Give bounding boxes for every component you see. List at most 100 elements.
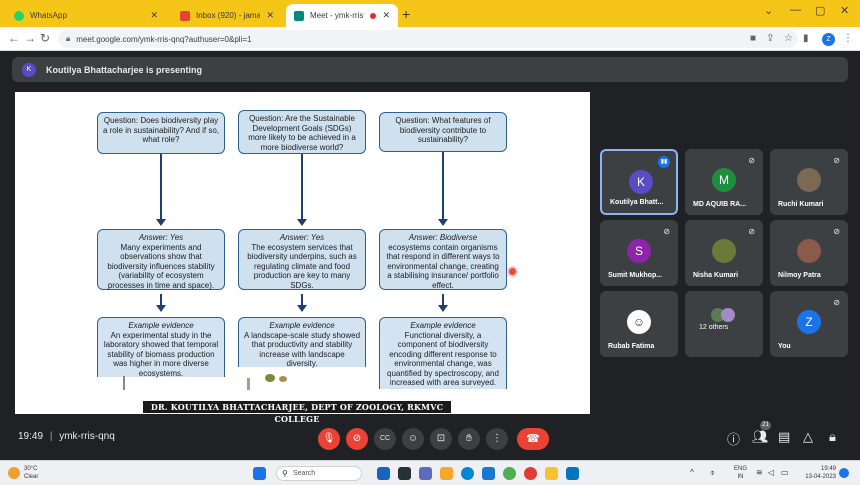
app-icon[interactable] bbox=[545, 467, 558, 480]
speaking-indicator-icon: ▮▮ bbox=[658, 156, 670, 168]
maximize-button[interactable]: ▢ bbox=[815, 4, 825, 17]
others-tile[interactable]: 12 others bbox=[685, 291, 763, 357]
participant-tile[interactable]: ⊘ Nilmoy Patra bbox=[770, 220, 848, 286]
recording-indicator-icon bbox=[370, 12, 377, 19]
close-icon[interactable]: ✕ bbox=[266, 10, 274, 21]
end-call-button[interactable]: ☎︎ bbox=[517, 428, 549, 450]
slide-credit: DR. KOUTILYA BHATTACHARJEE, DEPT OF ZOOL… bbox=[143, 401, 451, 424]
tab-title: Inbox (920) - jamalrarqua@gmail.com bbox=[196, 11, 261, 20]
weather-desc: Clear bbox=[24, 474, 39, 480]
close-icon[interactable]: ✕ bbox=[382, 10, 390, 21]
whatsapp-icon bbox=[14, 10, 24, 21]
answer-label: Answer: Yes bbox=[138, 233, 184, 242]
avatar bbox=[712, 239, 736, 263]
battery-icon[interactable]: ▭ bbox=[781, 468, 789, 477]
file-explorer-icon[interactable] bbox=[440, 467, 453, 480]
participant-name: MD AQUIB RA... bbox=[693, 201, 747, 208]
more-options-button[interactable]: ⋮ bbox=[486, 428, 508, 450]
laser-pointer bbox=[509, 268, 516, 275]
lock-icon: 🔒︎ bbox=[66, 34, 71, 43]
slide-evidence-2: Example evidence A landscape-scale study… bbox=[238, 317, 366, 368]
profile-avatar[interactable]: Z bbox=[822, 33, 835, 46]
answer-text: The ecosystem services that biodiversity… bbox=[247, 242, 357, 290]
app-icon[interactable] bbox=[566, 467, 579, 480]
camera-off-button[interactable]: ⊘ bbox=[346, 428, 368, 450]
participant-tile[interactable]: ⊘ M MD AQUIB RA... bbox=[685, 149, 763, 215]
people-icon[interactable]: 👥︎ bbox=[752, 429, 769, 445]
weather-widget[interactable]: 30°C Clear bbox=[24, 465, 38, 481]
store-icon[interactable] bbox=[482, 467, 495, 480]
bookmark-star-icon[interactable]: ☆ bbox=[784, 33, 793, 44]
taskbar-search[interactable]: ⚲ Search bbox=[276, 466, 362, 481]
participant-tile[interactable]: ⊘ S Sumit Mukhop... bbox=[600, 220, 678, 286]
participant-tile[interactable]: ▮▮ K Koutilya Bhatt... bbox=[600, 149, 678, 215]
presentation-slide: Question: Does biodiversity play a role … bbox=[15, 92, 590, 414]
notification-icon[interactable] bbox=[839, 468, 849, 478]
tab-meet[interactable]: Meet - ymk-rris-qnq ✕ bbox=[286, 4, 398, 27]
new-tab-button[interactable]: + bbox=[402, 6, 410, 22]
volume-icon[interactable]: ◁ bbox=[768, 468, 774, 477]
forward-button[interactable]: → bbox=[24, 31, 36, 45]
chrome-icon[interactable] bbox=[503, 467, 516, 480]
meet-icon bbox=[294, 10, 304, 21]
slide-question-1: Question: Does biodiversity play a role … bbox=[97, 112, 225, 154]
lang-top: ENG bbox=[734, 466, 748, 472]
windows-taskbar: 30°C Clear ⚲ Search ^ ⌽ ENG IN ≋ ◁ ▭ 19:… bbox=[0, 460, 860, 485]
weather-icon[interactable] bbox=[8, 467, 20, 479]
present-button[interactable]: ⊡ bbox=[430, 428, 452, 450]
tab-gmail[interactable]: Inbox (920) - jamalrarqua@gmail.com ✕ bbox=[172, 4, 282, 27]
emoji-button[interactable]: ☺ bbox=[402, 428, 424, 450]
menu-kebab-icon[interactable]: ⋮ bbox=[843, 33, 853, 44]
presenting-label: Koutilya Bhattacharjee is presenting bbox=[46, 64, 203, 75]
teams-icon[interactable] bbox=[419, 467, 432, 480]
task-view-icon[interactable] bbox=[398, 467, 411, 480]
slide-question-2: Question: Are the Sustainable Developmen… bbox=[238, 110, 366, 154]
chat-icon[interactable]: ▤ bbox=[778, 429, 790, 445]
language-indicator[interactable]: ENG IN bbox=[734, 465, 747, 481]
answer-label: Answer: Biodiverse bbox=[408, 233, 478, 242]
system-clock[interactable]: 19:49 13-04-2023 bbox=[796, 465, 836, 481]
mic-off-button[interactable]: 🎙︎ bbox=[318, 428, 340, 450]
tab-whatsapp[interactable]: WhatsApp ✕ bbox=[6, 4, 166, 27]
participant-tile[interactable]: ⊘ Nisha Kumari bbox=[685, 220, 763, 286]
search-label: Search bbox=[293, 470, 316, 477]
wifi-icon[interactable]: ≋ bbox=[756, 468, 763, 477]
back-button[interactable]: ← bbox=[8, 31, 20, 45]
app-icon[interactable] bbox=[524, 467, 537, 480]
app-icon[interactable] bbox=[377, 467, 390, 480]
participant-tile[interactable]: ☺ Rubab Fatima bbox=[600, 291, 678, 357]
avatar: M bbox=[712, 168, 736, 192]
close-icon[interactable]: ✕ bbox=[150, 10, 158, 21]
minimize-button[interactable]: — bbox=[790, 4, 801, 16]
participant-tile-self[interactable]: ⊘ Z You bbox=[770, 291, 848, 357]
mic-off-icon: ⊘ bbox=[833, 227, 840, 236]
side-panel-icon[interactable]: ▮ bbox=[803, 33, 809, 44]
reload-button[interactable]: ↻ bbox=[40, 31, 50, 45]
participant-name: Nisha Kumari bbox=[693, 272, 739, 279]
participant-name: Ruchi Kumari bbox=[778, 201, 824, 208]
answer-text: ecosystems contain organisms that respon… bbox=[386, 242, 500, 290]
evidence-label: Example evidence bbox=[269, 321, 335, 330]
raise-hand-button[interactable]: ✋︎ bbox=[458, 428, 480, 450]
windows-start-icon[interactable] bbox=[253, 467, 266, 480]
participant-name: Sumit Mukhop... bbox=[608, 272, 663, 279]
chevron-up-icon[interactable]: ^ bbox=[690, 468, 694, 477]
plant-illustration bbox=[243, 372, 303, 392]
arrow-head bbox=[297, 305, 307, 312]
captions-button[interactable]: CC bbox=[374, 428, 396, 450]
info-icon[interactable]: ⓘ bbox=[727, 429, 740, 448]
activities-icon[interactable]: △ bbox=[803, 429, 813, 445]
edge-icon[interactable] bbox=[461, 467, 474, 480]
share-icon[interactable]: ⇪ bbox=[766, 33, 774, 44]
arrow-head bbox=[156, 305, 166, 312]
participant-tile[interactable]: ⊘ Ruchi Kumari bbox=[770, 149, 848, 215]
host-controls-icon[interactable]: 🔒︎ bbox=[829, 429, 836, 445]
avatar: K bbox=[22, 62, 36, 77]
camera-icon[interactable]: ■ bbox=[750, 33, 756, 44]
window-close-button[interactable]: ✕ bbox=[840, 4, 849, 17]
meeting-code: ymk-rris-qnq bbox=[59, 431, 115, 442]
chevron-down-icon[interactable]: ⌄ bbox=[764, 4, 773, 17]
location-icon[interactable]: ⌽ bbox=[710, 468, 715, 478]
arrow-head bbox=[438, 305, 448, 312]
url-input[interactable]: 🔒︎ meet.google.com/ymk-rris-qnq?authuser… bbox=[58, 30, 798, 48]
